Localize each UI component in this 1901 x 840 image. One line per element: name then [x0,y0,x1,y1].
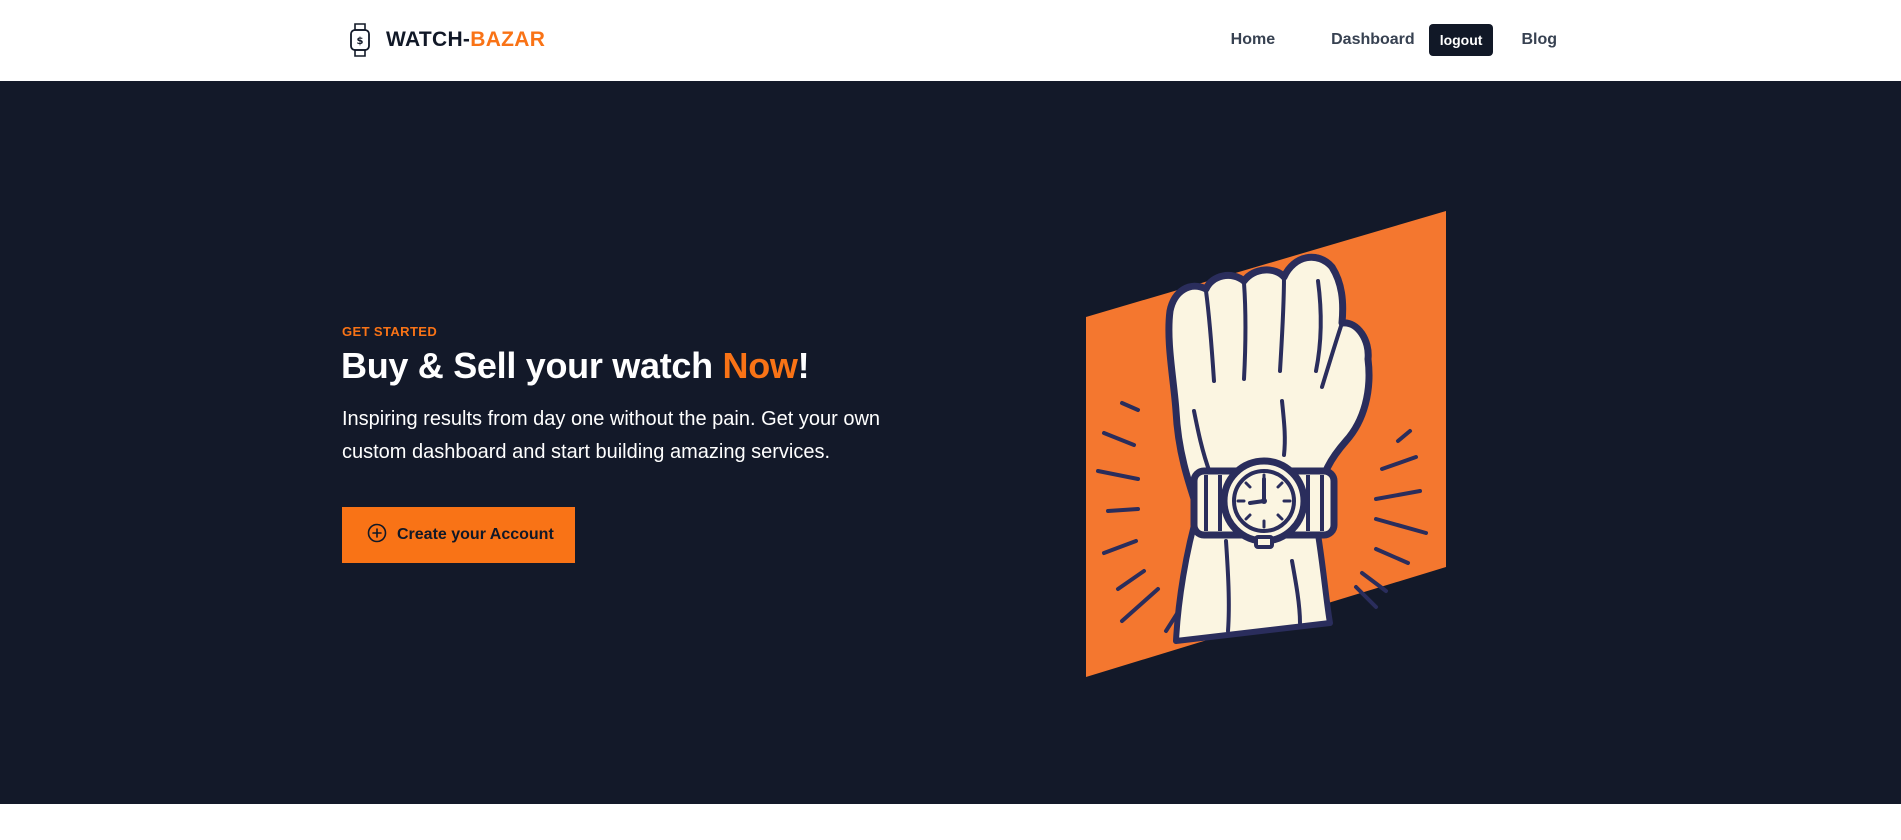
nav-links: Home Dashboard logout Blog [1203,24,1557,56]
fist-with-wristwatch-illustration [1086,211,1446,677]
smartwatch-dollar-icon: $ [348,20,372,60]
nav-link-home[interactable]: Home [1203,24,1303,56]
headline-accent: Now [722,345,798,386]
create-account-button[interactable]: Create your Account [342,507,575,563]
brand-logo[interactable]: $ WATCH-BAZAR [348,20,545,60]
hero-eyebrow: GET STARTED [342,324,438,339]
headline-part2: ! [797,345,810,386]
brand-name-part1: WATCH- [386,28,471,51]
nav-link-dashboard[interactable]: Dashboard [1303,24,1429,56]
brand-name-part2: BAZAR [470,28,546,51]
hero-headline: Buy & Sell your watch Now! [341,345,810,387]
brand-name: WATCH-BAZAR [386,28,545,52]
logout-button[interactable]: logout [1428,24,1494,56]
hero-section: GET STARTED Buy & Sell your watch Now! I… [0,81,1901,804]
plus-circle-icon [367,523,387,548]
create-account-label: Create your Account [397,526,554,543]
svg-text:$: $ [357,36,364,47]
hero-subtext: Inspiring results from day one without t… [342,408,881,463]
nav-link-blog[interactable]: Blog [1493,24,1557,56]
navbar: $ WATCH-BAZAR Home Dashboard logout Blog [0,0,1901,81]
headline-part1: Buy & Sell your watch [341,345,723,386]
